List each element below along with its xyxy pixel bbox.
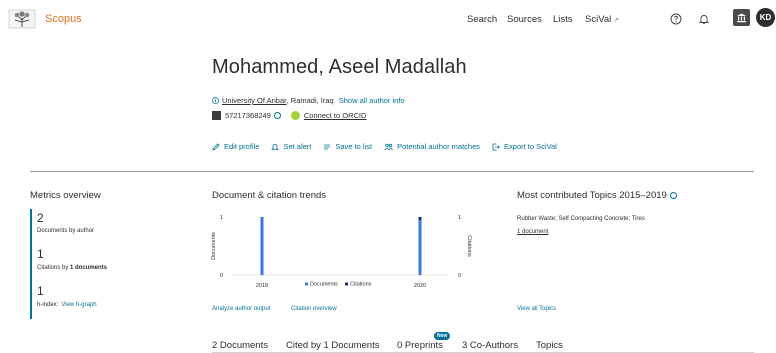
y-tick-label: 1 <box>220 215 223 221</box>
bell-icon <box>271 143 280 150</box>
tab-topics[interactable]: Topics <box>536 340 563 351</box>
x-tick-label: 2020 <box>414 283 426 289</box>
documents-bar <box>418 217 422 275</box>
citations-marker <box>418 217 422 220</box>
metrics-accent-bar <box>30 209 32 319</box>
h-index-label-text: h-index: <box>37 302 59 308</box>
y2-tick-label: 0 <box>458 273 461 279</box>
documents-bar <box>260 217 264 275</box>
nav-sources[interactable]: Sources <box>507 14 542 25</box>
nav-scival-label: SciVal <box>585 14 612 25</box>
y-axis-label: Documents <box>211 232 217 260</box>
topics-title-text: Most contributed Topics 2015–2019 <box>517 190 667 201</box>
author-name: Mohammed, Aseel Madallah <box>212 56 467 78</box>
documents-count[interactable]: 2 <box>37 211 44 225</box>
export-to-scival-button[interactable]: Export to SciVal <box>492 142 557 151</box>
trend-chart: Documents Citations 1 0 1 0 2018 2020 Documents C… <box>211 215 472 289</box>
set-alert-label: Set alert <box>283 142 312 151</box>
legend-label: Citations <box>350 282 372 288</box>
bell-icon <box>698 15 710 25</box>
trends-title: Document & citation trends <box>212 190 327 201</box>
potential-author-matches-label: Potential author matches <box>397 142 481 151</box>
help-button[interactable] <box>668 11 684 27</box>
citation-overview-link[interactable]: Citation overview <box>291 306 337 312</box>
y2-axis-label: Citations <box>466 235 472 257</box>
external-link-icon: ↗ <box>613 17 620 24</box>
author-id-info-icon[interactable] <box>273 112 281 119</box>
pencil-icon <box>212 142 220 151</box>
topic-name[interactable]: Rubber Waste; Self Compacting Concrete; … <box>517 216 645 222</box>
view-all-topics-link[interactable]: View all Topics <box>517 306 556 312</box>
show-all-author-info-link[interactable]: Show all author info <box>339 96 405 105</box>
save-to-list-label: Save to list <box>335 142 373 151</box>
metrics-overview-title: Metrics overview <box>30 190 101 201</box>
section-divider <box>30 171 754 172</box>
y2-tick-label: 1 <box>458 215 461 221</box>
topic-document-count[interactable]: 1 document <box>517 229 548 235</box>
analyze-author-output-link[interactable]: Analyze author output <box>212 306 270 312</box>
nav-scival[interactable]: SciVal ↗ <box>585 14 619 25</box>
citations-label: Citations by 1 documents <box>37 265 107 271</box>
h-index-value: 1 <box>37 284 44 298</box>
author-id-icon <box>212 111 221 120</box>
legend-label: Documents <box>310 282 338 288</box>
potential-author-matches-button[interactable]: Potential author matches <box>384 142 480 151</box>
edit-profile-label: Edit profile <box>224 142 260 151</box>
institution-button[interactable] <box>733 9 750 26</box>
topics-info-icon[interactable] <box>669 192 677 199</box>
y-tick-label: 0 <box>220 273 223 279</box>
info-icon <box>212 97 219 104</box>
affiliation-link[interactable]: University Of Anbar <box>222 96 287 105</box>
set-alert-button[interactable]: Set alert <box>271 142 311 151</box>
help-circle-icon <box>670 13 682 25</box>
new-badge: New <box>434 332 451 340</box>
topics-title: Most contributed Topics 2015–2019 <box>517 190 677 201</box>
tab-co-authors[interactable]: 3 Co-Authors <box>462 340 518 351</box>
documents-label: Documents by author <box>37 228 95 234</box>
nav-lists[interactable]: Lists <box>553 14 573 25</box>
tab-preprints[interactable]: 0 Preprints <box>397 340 443 351</box>
x-tick-label: 2018 <box>256 283 268 289</box>
author-id: 57217368249 <box>225 111 271 120</box>
connect-orcid-link[interactable]: Connect to ORCID <box>304 111 367 120</box>
export-to-scival-label: Export to SciVal <box>504 142 557 151</box>
author-actions: Edit profile Set alert Save to list Pote… <box>212 142 569 151</box>
legend-swatch <box>345 282 348 286</box>
elsevier-tree-logo[interactable] <box>8 9 36 29</box>
tab-cited-by[interactable]: Cited by 1 Documents <box>286 340 379 351</box>
tab-documents[interactable]: 2 Documents <box>212 340 268 353</box>
institution-icon <box>737 13 746 23</box>
alerts-button[interactable] <box>696 11 712 27</box>
citations-label-docs: 1 documents <box>70 265 108 271</box>
user-avatar[interactable]: KD <box>756 8 775 27</box>
edit-profile-button[interactable]: Edit profile <box>212 142 259 151</box>
scopus-logo-text[interactable]: Scopus <box>45 13 82 25</box>
save-to-list-button[interactable]: Save to list <box>323 142 372 151</box>
identifier-row: 57217368249 Connect to ORCID <box>212 111 366 120</box>
people-icon <box>384 143 393 150</box>
citations-label-prefix: Citations by <box>37 265 71 271</box>
citations-count[interactable]: 1 <box>37 247 44 261</box>
h-index-label: h-index: View h-graph <box>37 302 97 308</box>
view-h-graph-link[interactable]: View h-graph <box>61 302 96 308</box>
orcid-icon <box>290 111 300 120</box>
legend-swatch <box>305 282 308 286</box>
top-bar: Scopus Search Sources Lists SciVal ↗ KD <box>0 0 776 40</box>
affiliation-row: University Of Anbar , Ramadi, Iraq Show … <box>212 96 405 105</box>
export-icon <box>492 143 500 150</box>
affiliation-location: , Ramadi, Iraq <box>286 96 334 105</box>
list-icon <box>324 144 331 149</box>
nav-search[interactable]: Search <box>467 14 497 25</box>
